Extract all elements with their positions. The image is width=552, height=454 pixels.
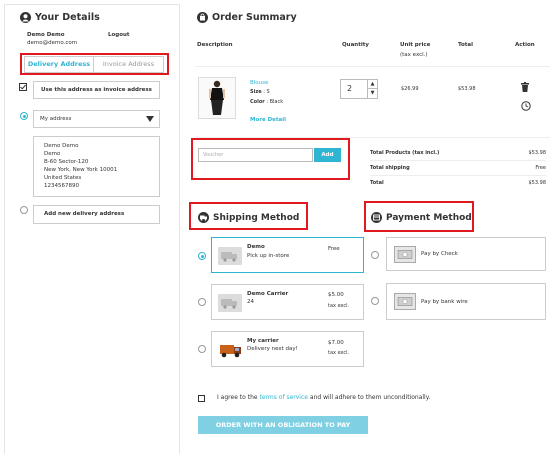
address-radio[interactable] xyxy=(20,112,28,120)
address-line: 1234567890 xyxy=(44,183,79,189)
header-divider xyxy=(195,66,550,67)
caret-down-icon xyxy=(146,116,154,122)
your-details-heading: Your Details xyxy=(20,12,100,23)
trash-icon[interactable] xyxy=(521,82,529,94)
product-color: Color : Black xyxy=(250,99,283,105)
shipping-option-my-carrier[interactable]: My carrier Delivery next day! $7.00 tax … xyxy=(211,331,364,367)
shipping-desc: 24 xyxy=(247,299,254,305)
quantity-stepper[interactable]: 2 ▲ ▼ xyxy=(340,79,378,99)
totals-value: $53.98 xyxy=(528,180,547,186)
terms-suffix: and will adhere to them unconditionally. xyxy=(309,394,431,401)
shipping-price: Free xyxy=(328,246,340,252)
address-line: United States xyxy=(44,175,82,181)
user-email: demo@demo.com xyxy=(27,40,78,46)
payment-radio-check[interactable] xyxy=(371,251,379,259)
order-summary-title: Order Summary xyxy=(212,12,297,23)
order-summary-heading: Order Summary xyxy=(197,12,297,23)
carrier-logo-icon xyxy=(218,294,242,312)
delivery-tabs-highlight xyxy=(20,53,169,75)
totals-row: Total shipping Free xyxy=(370,165,546,171)
totals-value: $53.98 xyxy=(528,150,547,156)
shipping-price: $7.00 xyxy=(328,340,344,346)
payment-label: Pay by Check xyxy=(421,251,458,257)
totals-label: Total xyxy=(370,180,384,186)
col-quantity: Quantity xyxy=(342,42,369,48)
bag-icon xyxy=(197,12,208,23)
order-button[interactable]: ORDER WITH AN OBLIGATION TO PAY xyxy=(198,416,368,434)
clock-icon[interactable] xyxy=(521,101,531,113)
size-label: Size xyxy=(250,89,262,95)
totals-divider xyxy=(370,175,546,176)
address-line: Demo Demo xyxy=(44,143,79,149)
terms-link[interactable]: terms of service xyxy=(260,394,308,401)
address-line: New York, New York 10001 xyxy=(44,167,118,173)
cheque-icon xyxy=(394,246,416,263)
shipping-desc: Pick up in-store xyxy=(247,253,290,259)
new-address-radio[interactable] xyxy=(20,206,28,214)
bankwire-icon xyxy=(394,293,416,310)
payment-radio-bankwire[interactable] xyxy=(371,297,379,305)
col-description: Description xyxy=(197,42,233,48)
shipping-option-demo-carrier[interactable]: Demo Carrier 24 $5.00 tax excl. xyxy=(211,284,364,320)
user-name: Demo Demo xyxy=(27,32,65,38)
shipping-radio-my-carrier[interactable] xyxy=(198,345,206,353)
your-details-title: Your Details xyxy=(35,12,100,23)
shipping-tax: tax excl. xyxy=(328,350,350,356)
shipping-desc: Delivery next day! xyxy=(247,346,298,352)
more-detail-link[interactable]: More Detail xyxy=(250,117,286,123)
quantity-decrement[interactable]: ▼ xyxy=(367,89,377,98)
address-line: B-60 Sector-120 xyxy=(44,159,89,165)
totals-value: Free xyxy=(535,165,546,171)
address-line: Demo xyxy=(44,151,61,157)
totals-row: Total Products (tax incl.) $53.98 xyxy=(370,150,546,156)
quantity-value: 2 xyxy=(347,84,353,93)
logout-link[interactable]: Logout xyxy=(108,32,130,38)
shipping-price: $5.00 xyxy=(328,292,344,298)
user-icon xyxy=(20,12,31,23)
totals-row: Total $53.98 xyxy=(370,180,546,186)
terms-prefix: I agree to the xyxy=(217,394,258,401)
totals-label: Total shipping xyxy=(370,165,410,171)
shipping-radio-demo[interactable] xyxy=(198,252,206,260)
address-box: Demo Demo Demo B-60 Sector-120 New York,… xyxy=(33,136,160,197)
col-action: Action xyxy=(515,42,535,48)
payment-option-check[interactable]: Pay by Check xyxy=(386,237,546,271)
product-unit-price: $26.99 xyxy=(401,86,419,92)
use-invoice-button[interactable]: Use this address as invoice address xyxy=(33,81,160,99)
totals-divider xyxy=(370,160,546,161)
product-name[interactable]: Blouse xyxy=(250,80,268,86)
size-value: : S xyxy=(263,89,270,95)
quantity-increment[interactable]: ▲ xyxy=(367,80,377,89)
payment-label: Pay by bank wire xyxy=(421,299,468,305)
terms-text: I agree to the terms of service and will… xyxy=(217,394,430,401)
carrier-logo-icon xyxy=(218,247,242,265)
shipping-highlight xyxy=(189,202,308,230)
use-invoice-checkbox[interactable] xyxy=(19,83,27,91)
payment-highlight xyxy=(364,201,474,232)
shipping-name: Demo xyxy=(247,244,265,250)
terms-checkbox[interactable] xyxy=(198,395,205,402)
carrier-logo-icon xyxy=(218,340,244,360)
voucher-highlight xyxy=(191,138,350,180)
payment-option-bankwire[interactable]: Pay by bank wire xyxy=(386,283,546,320)
shipping-tax: tax excl. xyxy=(328,303,350,309)
shipping-radio-demo-carrier[interactable] xyxy=(198,298,206,306)
add-new-address-button[interactable]: Add new delivery address xyxy=(33,205,160,224)
address-select-value: My address xyxy=(40,116,72,122)
product-size: Size : S xyxy=(250,89,270,95)
col-unit-price: Unit price xyxy=(400,42,431,48)
col-total: Total xyxy=(458,42,474,48)
shipping-name: My carrier xyxy=(247,338,279,344)
color-label: Color xyxy=(250,99,265,105)
product-image[interactable] xyxy=(198,77,236,119)
shipping-option-demo[interactable]: Demo Pick up in-store Free xyxy=(211,237,364,273)
address-select[interactable]: My address xyxy=(33,110,160,128)
color-value: : Black xyxy=(266,99,284,105)
col-unit-price-sub: (tax excl.) xyxy=(400,52,428,58)
product-total: $53.98 xyxy=(458,86,476,92)
shipping-name: Demo Carrier xyxy=(247,291,289,297)
totals-label: Total Products (tax incl.) xyxy=(370,150,440,156)
